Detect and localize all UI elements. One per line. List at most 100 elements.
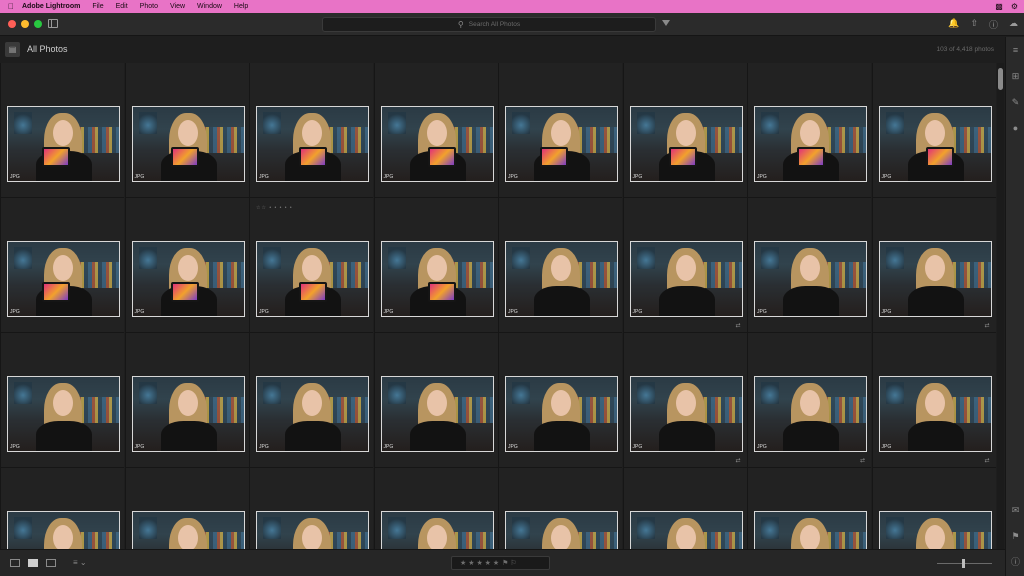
- photo-cell[interactable]: JPG ⇄: [622, 197, 747, 332]
- photo-thumbnail[interactable]: JPG: [629, 241, 743, 317]
- comment-icon[interactable]: ✉: [1010, 505, 1021, 516]
- photo-thumbnail[interactable]: JPG: [131, 106, 245, 182]
- photo-thumbnail[interactable]: JPG: [131, 511, 245, 549]
- photo-thumbnail[interactable]: JPG: [256, 241, 369, 317]
- rating-filter[interactable]: ★ ★ ★ ★ ★ ⚑ ⚐: [451, 556, 550, 570]
- photo-thumbnail[interactable]: JPG: [505, 106, 618, 182]
- filter-icon[interactable]: [662, 20, 670, 26]
- photo-cell[interactable]: JPG: [871, 63, 996, 197]
- zoom-window-button[interactable]: [34, 20, 42, 28]
- minimize-window-button[interactable]: [21, 20, 29, 28]
- photo-cell[interactable]: JPG: [249, 63, 373, 197]
- photo-thumbnail[interactable]: JPG: [505, 511, 618, 549]
- photo-thumbnail[interactable]: JPG: [380, 511, 494, 549]
- photo-cell[interactable]: JPG: [249, 197, 373, 332]
- photo-cell[interactable]: JPG: [249, 332, 373, 467]
- photo-thumbnail[interactable]: JPG: [629, 511, 743, 549]
- photo-cell[interactable]: JPG ⇄: [871, 332, 996, 467]
- cloud-icon[interactable]: ☁: [1009, 18, 1018, 31]
- menu-view[interactable]: View: [170, 3, 185, 10]
- photo-cell[interactable]: JPG: [373, 63, 498, 197]
- photo-thumbnail[interactable]: JPG: [256, 106, 369, 182]
- gear-icon[interactable]: ⚙: [1011, 2, 1018, 11]
- masking-icon[interactable]: ●: [1010, 123, 1021, 134]
- photo-thumbnail[interactable]: JPG: [878, 376, 992, 452]
- photo-thumbnail[interactable]: JPG: [7, 376, 120, 452]
- photo-cell[interactable]: JPG: [871, 467, 996, 549]
- tag-icon[interactable]: ⚑: [1010, 531, 1021, 542]
- star-rating-icons[interactable]: ★ ★ ★ ★ ★: [460, 559, 499, 567]
- stack-icon[interactable]: ⇄: [984, 457, 989, 464]
- photo-thumbnail[interactable]: JPG: [878, 241, 992, 317]
- sidebar-toggle-icon[interactable]: [48, 19, 58, 28]
- photo-thumbnail[interactable]: JPG: [505, 241, 618, 317]
- photo-cell[interactable]: JPG: [622, 63, 747, 197]
- photo-thumbnail[interactable]: JPG: [754, 376, 867, 452]
- photo-cell[interactable]: JPG: [373, 332, 498, 467]
- photo-cell[interactable]: JPG ⇄: [871, 197, 996, 332]
- photo-cell[interactable]: JPG: [373, 197, 498, 332]
- photo-cell[interactable]: JPG: [373, 467, 498, 549]
- photo-cell[interactable]: JPG: [747, 197, 871, 332]
- app-menu[interactable]: Adobe Lightroom: [22, 3, 80, 10]
- photo-cell[interactable]: JPG: [124, 63, 249, 197]
- photo-cell[interactable]: JPG: [0, 63, 124, 197]
- stack-icon[interactable]: ⇄: [984, 322, 989, 329]
- crop-icon[interactable]: ⊞: [1010, 71, 1021, 82]
- slider-handle[interactable]: [962, 559, 965, 568]
- photo-thumbnail[interactable]: JPG: [380, 241, 494, 317]
- photo-cell[interactable]: JPG: [622, 467, 747, 549]
- photo-thumbnail[interactable]: JPG: [256, 511, 369, 549]
- stack-icon[interactable]: ⇄: [735, 457, 740, 464]
- menu-photo[interactable]: Photo: [140, 3, 158, 10]
- library-panel-icon[interactable]: ▤: [5, 42, 20, 57]
- info-icon[interactable]: ⓘ: [1010, 557, 1021, 568]
- photo-cell[interactable]: JPG: [498, 63, 622, 197]
- photo-cell[interactable]: JPG: [124, 197, 249, 332]
- photo-cell[interactable]: JPG: [124, 467, 249, 549]
- photo-cell[interactable]: JPG: [0, 197, 124, 332]
- photo-cell[interactable]: JPG: [0, 332, 124, 467]
- photo-cell[interactable]: JPG: [0, 467, 124, 549]
- photo-cell[interactable]: JPG ⇄: [747, 332, 871, 467]
- photo-thumbnail[interactable]: JPG: [629, 106, 743, 182]
- edit-sliders-icon[interactable]: ≡: [1010, 45, 1021, 56]
- flag-icons[interactable]: ⚑ ⚐: [502, 559, 517, 567]
- photo-thumbnail[interactable]: JPG: [131, 241, 245, 317]
- photo-cell[interactable]: JPG: [249, 467, 373, 549]
- screen-record-icon[interactable]: ▩: [995, 2, 1003, 11]
- stack-icon[interactable]: ⇄: [735, 322, 740, 329]
- photo-thumbnail[interactable]: JPG: [878, 511, 992, 549]
- photo-cell[interactable]: JPG: [498, 467, 622, 549]
- photo-cell[interactable]: JPG ⇄: [622, 332, 747, 467]
- menu-window[interactable]: Window: [197, 3, 222, 10]
- photo-thumbnail[interactable]: JPG: [878, 106, 992, 182]
- photo-thumbnail[interactable]: JPG: [629, 376, 743, 452]
- search-input[interactable]: ⚲ Search All Photos: [322, 17, 656, 32]
- photo-thumbnail[interactable]: JPG: [256, 376, 369, 452]
- photo-cell[interactable]: JPG: [747, 63, 871, 197]
- menu-edit[interactable]: Edit: [116, 3, 128, 10]
- stack-icon[interactable]: ⇄: [860, 457, 865, 464]
- grid-scrollbar[interactable]: [997, 63, 1004, 549]
- detail-view-icon[interactable]: [46, 559, 56, 567]
- menu-file[interactable]: File: [92, 3, 103, 10]
- photo-thumbnail[interactable]: JPG: [380, 106, 494, 182]
- photo-thumbnail[interactable]: JPG: [754, 241, 867, 317]
- photo-thumbnail[interactable]: JPG: [7, 511, 120, 549]
- sort-icon[interactable]: ≡ ⌄: [73, 558, 87, 567]
- photo-thumbnail[interactable]: JPG: [131, 376, 245, 452]
- photo-thumbnail[interactable]: JPG: [7, 106, 120, 182]
- photo-cell[interactable]: JPG: [124, 332, 249, 467]
- photo-grid-view-icon[interactable]: [28, 559, 38, 567]
- help-icon[interactable]: ⓘ: [989, 18, 998, 31]
- photo-cell[interactable]: JPG: [747, 467, 871, 549]
- notifications-icon[interactable]: 🔔: [948, 18, 959, 31]
- scrollbar-thumb[interactable]: [998, 68, 1003, 90]
- healing-icon[interactable]: ✎: [1010, 97, 1021, 108]
- photo-thumbnail[interactable]: JPG: [754, 511, 867, 549]
- menu-help[interactable]: Help: [234, 3, 248, 10]
- share-icon[interactable]: ⇧: [970, 18, 978, 31]
- photo-cell[interactable]: JPG: [498, 197, 622, 332]
- photo-thumbnail[interactable]: JPG: [754, 106, 867, 182]
